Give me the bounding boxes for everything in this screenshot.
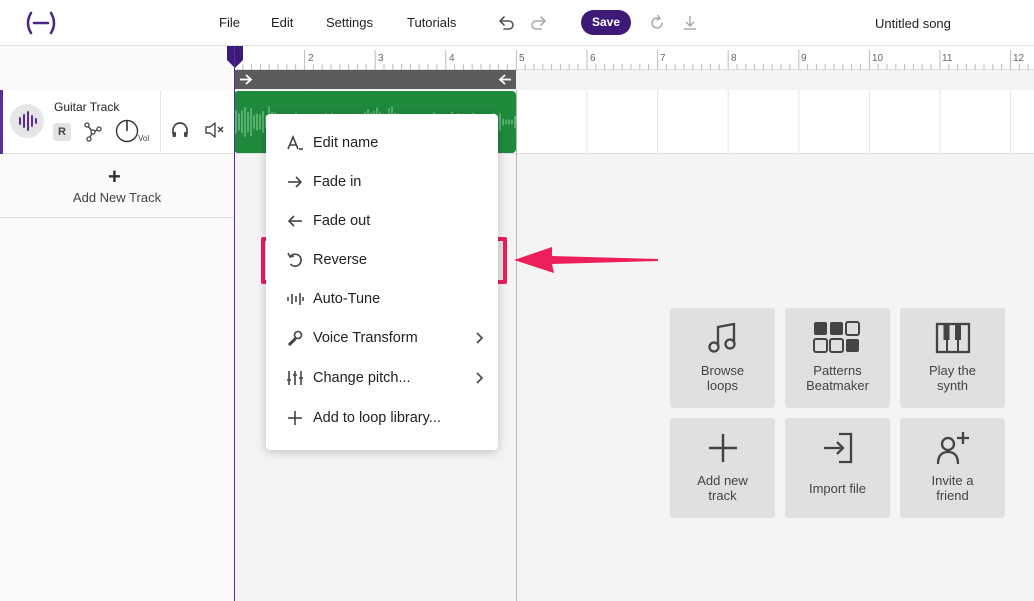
menu-item-label: Reverse <box>313 252 367 268</box>
ruler-number: 4 <box>449 53 455 64</box>
ruler-number: 9 <box>801 53 807 64</box>
timeline-ruler[interactable]: 2 3 4 5 6 7 8 9 10 11 12 <box>234 46 1034 70</box>
waveform-icon <box>287 293 304 305</box>
tile-label: Patterns <box>813 363 862 378</box>
track-header-guitar[interactable]: Guitar Track R Vol <box>0 90 234 154</box>
headphones-icon[interactable] <box>170 120 190 140</box>
grid-pads-icon <box>813 321 860 353</box>
menu-item-voice-transform[interactable]: Voice Transform <box>266 320 498 356</box>
ruler-number: 2 <box>308 53 314 64</box>
ruler-number: 7 <box>660 53 666 64</box>
clip-end-marker <box>516 90 517 601</box>
import-file-tile[interactable]: Import file <box>785 418 890 518</box>
menu-file[interactable]: File <box>219 15 240 30</box>
tile-label: loops <box>706 378 739 393</box>
arrow-left-icon <box>287 215 302 227</box>
plus-icon <box>288 411 302 425</box>
menu-tutorials[interactable]: Tutorials <box>407 15 456 30</box>
play-synth-tile[interactable]: Play the synth <box>900 308 1005 408</box>
menu-item-label: Fade out <box>313 213 371 229</box>
record-button[interactable]: R <box>53 123 71 141</box>
tile-label: Browse <box>700 363 745 378</box>
plus-icon <box>709 434 737 462</box>
effects-icon[interactable] <box>83 121 103 143</box>
tile-label: Invite a <box>931 473 974 488</box>
tile-label: synth <box>936 378 969 393</box>
waveform-icon <box>19 111 37 131</box>
region-loop-bar[interactable] <box>234 70 516 89</box>
music-note-icon <box>708 322 736 353</box>
ruler-number: 5 <box>519 53 525 64</box>
track-accent <box>0 90 3 154</box>
tile-label: Import file <box>808 481 867 496</box>
playhead-handle[interactable] <box>226 46 244 70</box>
top-bar: File Edit Settings Tutorials Save Untitl… <box>0 0 1034 46</box>
menu-item-edit-name[interactable]: Edit name <box>266 125 498 161</box>
add-user-icon <box>936 432 969 465</box>
piano-keys-icon <box>935 322 971 354</box>
tile-label: friend <box>936 488 969 503</box>
ruler-number: 11 <box>942 53 953 64</box>
ruler-ticks <box>234 50 1029 70</box>
clip-context-menu: Edit name Fade in Fade out Reverse Auto-… <box>266 114 498 450</box>
track-divider <box>160 90 161 154</box>
menu-item-label: Edit name <box>313 135 379 151</box>
song-title[interactable]: Untitled song <box>875 16 951 31</box>
invite-friend-tile[interactable]: Invite a friend <box>900 418 1005 518</box>
microphone-icon <box>287 330 303 347</box>
undo-icon[interactable] <box>495 12 517 34</box>
menu-item-label: Fade in <box>313 174 362 190</box>
logo-icon[interactable] <box>24 10 58 36</box>
chevron-right-icon <box>476 372 484 384</box>
mute-icon[interactable] <box>203 120 225 140</box>
track-panel: Guitar Track R Vol + Add New Track <box>0 46 234 601</box>
menu-item-label: Voice Transform <box>313 330 418 346</box>
menu-item-reverse[interactable]: Reverse <box>266 242 498 278</box>
arrow-left-icon[interactable] <box>497 72 513 87</box>
import-icon <box>824 432 853 464</box>
ruler-number: 3 <box>378 53 384 64</box>
annotation-arrow-icon <box>514 247 658 273</box>
ruler-number: 10 <box>872 53 884 64</box>
add-new-track-label: Add New Track <box>72 190 162 205</box>
download-icon[interactable] <box>679 12 701 34</box>
refresh-icon[interactable] <box>646 12 668 34</box>
arrow-right-icon[interactable] <box>238 72 254 87</box>
sliders-icon <box>287 371 303 385</box>
add-new-track-button[interactable]: + Add New Track <box>0 154 234 218</box>
patterns-beatmaker-tile[interactable]: Patterns Beatmaker <box>785 308 890 408</box>
tile-label: Play the <box>929 363 976 378</box>
reverse-icon <box>287 252 302 267</box>
arrow-right-icon <box>288 176 303 188</box>
volume-label: Vol <box>138 134 150 143</box>
text-cursor-icon <box>287 134 303 150</box>
track-avatar[interactable] <box>10 104 44 138</box>
menu-item-change-pitch[interactable]: Change pitch... <box>266 360 498 396</box>
tile-label: track <box>708 488 737 503</box>
menu-edit[interactable]: Edit <box>271 15 293 30</box>
playhead-line <box>234 46 235 601</box>
menu-item-label: Auto-Tune <box>313 291 381 307</box>
save-button[interactable]: Save <box>581 10 631 35</box>
tile-label: Add new <box>697 473 748 488</box>
menu-item-label: Change pitch... <box>313 370 411 386</box>
menu-item-label: Add to loop library... <box>313 410 441 426</box>
menu-item-auto-tune[interactable]: Auto-Tune <box>266 281 498 317</box>
menu-item-add-to-loop-library[interactable]: Add to loop library... <box>266 400 498 436</box>
browse-loops-tile[interactable]: Browse loops <box>670 308 775 408</box>
plus-icon: + <box>108 164 121 189</box>
tile-label: Beatmaker <box>806 378 869 393</box>
ruler-number: 8 <box>731 53 737 64</box>
menu-item-fade-out[interactable]: Fade out <box>266 203 498 239</box>
track-name[interactable]: Guitar Track <box>54 100 119 114</box>
menu-item-fade-in[interactable]: Fade in <box>266 164 498 200</box>
menu-settings[interactable]: Settings <box>326 15 373 30</box>
chevron-right-icon <box>476 332 484 344</box>
ruler-number: 6 <box>590 53 596 64</box>
redo-icon[interactable] <box>528 12 550 34</box>
add-new-track-tile[interactable]: Add new track <box>670 418 775 518</box>
volume-knob-icon[interactable] <box>114 118 140 144</box>
ruler-number: 12 <box>1013 53 1025 64</box>
